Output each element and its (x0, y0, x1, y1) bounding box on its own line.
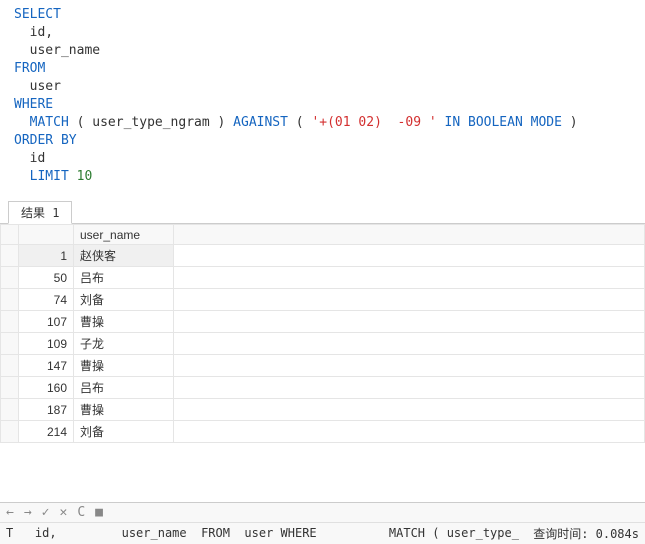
cell-id[interactable]: 187 (19, 399, 74, 421)
cancel-icon[interactable]: ✕ (59, 505, 67, 520)
sql-keyword: LIMIT (14, 169, 69, 184)
cell-user-name[interactable]: 刘备 (74, 421, 174, 443)
table-row[interactable]: 50吕布 (1, 267, 645, 289)
cell-user-name[interactable]: 子龙 (74, 333, 174, 355)
row-head (1, 311, 19, 333)
stop-icon[interactable]: ■ (95, 505, 103, 520)
row-head (1, 355, 19, 377)
status-query-time: 查询时间: 0.084s (533, 525, 639, 542)
cell-user-name[interactable]: 吕布 (74, 377, 174, 399)
sql-editor[interactable]: SELECT id, user_name FROM user WHERE MAT… (0, 0, 645, 196)
table-row[interactable]: 147曹操 (1, 355, 645, 377)
sql-text: id, (14, 25, 53, 40)
row-head (1, 399, 19, 421)
sql-keyword: AGAINST (233, 115, 288, 130)
grid-header-row: user_name (1, 225, 645, 245)
sql-number: 10 (69, 169, 92, 184)
cell-blank (174, 355, 645, 377)
cell-blank (174, 289, 645, 311)
table-row[interactable]: 214刘备 (1, 421, 645, 443)
cell-id[interactable]: 107 (19, 311, 74, 333)
sql-keyword: IN (437, 115, 460, 130)
sql-text: ) (562, 115, 578, 130)
sql-text: ( (288, 115, 311, 130)
table-row[interactable]: 74刘备 (1, 289, 645, 311)
cell-blank (174, 333, 645, 355)
cell-id[interactable]: 214 (19, 421, 74, 443)
row-head (1, 377, 19, 399)
sql-keyword: MATCH (14, 115, 69, 130)
cell-user-name[interactable]: 刘备 (74, 289, 174, 311)
col-header-blank (174, 225, 645, 245)
cell-id[interactable]: 1 (19, 245, 74, 267)
cell-id[interactable]: 109 (19, 333, 74, 355)
cell-user-name[interactable]: 吕布 (74, 267, 174, 289)
results-grid[interactable]: user_name 1赵侠客 50吕布 74刘备 107曹操 109子龙 147… (0, 224, 645, 443)
bottom-bar: ← → ✓ ✕ C ■ T id, user_name FROM user WH… (0, 502, 645, 544)
prev-icon[interactable]: ← (6, 505, 14, 520)
next-icon[interactable]: → (24, 505, 32, 520)
col-header-user-name[interactable]: user_name (74, 225, 174, 245)
status-query-text: T id, user_name FROM user WHERE MATCH ( … (6, 526, 519, 540)
cell-blank (174, 377, 645, 399)
record-nav-toolbar: ← → ✓ ✕ C ■ (0, 503, 645, 523)
cell-user-name[interactable]: 曹操 (74, 311, 174, 333)
cell-id[interactable]: 160 (19, 377, 74, 399)
row-head (1, 333, 19, 355)
row-header-blank (1, 225, 19, 245)
sql-keyword: FROM (14, 61, 45, 76)
cell-user-name[interactable]: 曹操 (74, 399, 174, 421)
cell-user-name[interactable]: 曹操 (74, 355, 174, 377)
row-head (1, 289, 19, 311)
tab-result-1[interactable]: 结果 1 (8, 201, 72, 224)
cell-id[interactable]: 147 (19, 355, 74, 377)
row-head (1, 421, 19, 443)
results-tab-bar: 结果 1 (0, 200, 645, 224)
table-row[interactable]: 187曹操 (1, 399, 645, 421)
col-header-id[interactable] (19, 225, 74, 245)
status-bar: T id, user_name FROM user WHERE MATCH ( … (0, 523, 645, 543)
sql-keyword: WHERE (14, 97, 53, 112)
cell-blank (174, 245, 645, 267)
cell-id[interactable]: 50 (19, 267, 74, 289)
sql-string: '+(01 02) -09 ' (311, 115, 436, 130)
sql-text: id (14, 151, 45, 166)
sql-keyword: BOOLEAN (460, 115, 523, 130)
refresh-icon[interactable]: C (77, 505, 85, 520)
cell-user-name[interactable]: 赵侠客 (74, 245, 174, 267)
row-head (1, 245, 19, 267)
cell-blank (174, 267, 645, 289)
apply-icon[interactable]: ✓ (42, 505, 50, 520)
table-row[interactable]: 1赵侠客 (1, 245, 645, 267)
table-row[interactable]: 107曹操 (1, 311, 645, 333)
sql-text: user_name (14, 43, 100, 58)
row-head (1, 267, 19, 289)
sql-keyword: MODE (523, 115, 562, 130)
sql-text: user (14, 79, 61, 94)
sql-keyword: SELECT (14, 7, 61, 22)
sql-text: ( user_type_ngram ) (69, 115, 233, 130)
sql-keyword: ORDER BY (14, 133, 77, 148)
table-row[interactable]: 109子龙 (1, 333, 645, 355)
cell-id[interactable]: 74 (19, 289, 74, 311)
cell-blank (174, 311, 645, 333)
cell-blank (174, 399, 645, 421)
table-row[interactable]: 160吕布 (1, 377, 645, 399)
cell-blank (174, 421, 645, 443)
